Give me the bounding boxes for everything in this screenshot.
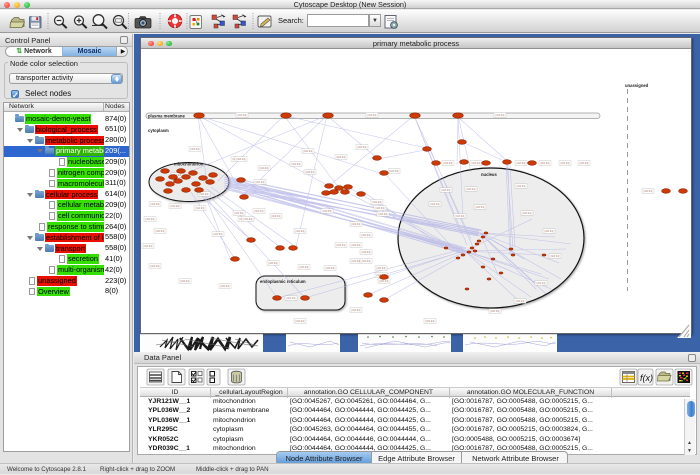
svg-text:[GO:44]: [GO:44] [352,244,361,247]
svg-text:nucleus: nucleus [481,172,497,177]
svg-text:[GO:44]: [GO:44] [541,162,550,165]
svg-text:[GO:44]: [GO:44] [561,162,570,165]
svg-text:[GO:44]: [GO:44] [523,212,532,215]
svg-text:[GO:44]: [GO:44] [352,309,361,312]
svg-text:[GO:44]: [GO:44] [300,266,309,269]
svg-text:[GO:44]: [GO:44] [537,282,546,285]
svg-text:[GO:44]: [GO:44] [235,212,244,215]
svg-text:[GO:44]: [GO:44] [362,251,371,254]
svg-text:[GO:44]: [GO:44] [517,185,526,188]
svg-text:mitochondrion: mitochondrion [174,162,204,167]
svg-text:[GO:44]: [GO:44] [362,234,371,237]
svg-text:[GO:44]: [GO:44] [144,245,153,248]
svg-text:[GO:44]: [GO:44] [256,181,265,184]
svg-text:[GO:44]: [GO:44] [491,310,500,313]
svg-text:[GO:44]: [GO:44] [442,189,451,192]
svg-text:[GO:44]: [GO:44] [200,193,209,196]
svg-text:[GO:44]: [GO:44] [358,146,367,149]
svg-text:[GO:44]: [GO:44] [292,163,301,166]
svg-text:[GO:44]: [GO:44] [260,167,269,170]
svg-text:[GO:44]: [GO:44] [323,210,332,213]
svg-text:[GO:44]: [GO:44] [496,114,505,117]
svg-text:[GO:44]: [GO:44] [191,148,200,151]
svg-text:[GO:44]: [GO:44] [444,162,453,165]
svg-text:[GO:44]: [GO:44] [467,188,476,191]
svg-text:[GO:44]: [GO:44] [373,201,382,204]
svg-text:[GO:44]: [GO:44] [337,156,346,159]
svg-text:[GO:44]: [GO:44] [337,244,346,247]
svg-text:[GO:44]: [GO:44] [214,233,223,236]
svg-text:[GO:44]: [GO:44] [352,223,361,226]
svg-text:[GO:44]: [GO:44] [151,203,160,206]
svg-text:[GO:44]: [GO:44] [237,158,246,161]
svg-text:[GO:44]: [GO:44] [368,114,377,117]
svg-text:[GO:44]: [GO:44] [287,297,296,300]
svg-text:[GO:44]: [GO:44] [296,320,305,323]
svg-text:[GO:44]: [GO:44] [431,203,440,206]
svg-text:[GO:44]: [GO:44] [376,207,385,210]
svg-text:plasma membrane: plasma membrane [148,113,185,118]
svg-text:[GO:44]: [GO:44] [238,114,247,117]
svg-text:[GO:44]: [GO:44] [181,280,190,283]
svg-text:[GO:44]: [GO:44] [306,171,315,174]
svg-text:[GO:44]: [GO:44] [580,162,589,165]
svg-text:[GO:44]: [GO:44] [476,206,485,209]
svg-text:[GO:44]: [GO:44] [379,213,388,216]
svg-text:[GO:44]: [GO:44] [352,260,361,263]
svg-text:[GO:44]: [GO:44] [296,230,305,233]
svg-text:[GO:44]: [GO:44] [269,262,278,265]
svg-text:[GO:44]: [GO:44] [362,260,371,263]
svg-text:[GO:44]: [GO:44] [255,210,264,213]
svg-text:[GO:44]: [GO:44] [377,267,386,270]
svg-text:[GO:44]: [GO:44] [426,320,435,323]
svg-text:[GO:44]: [GO:44] [545,230,554,233]
svg-text:[GO:44]: [GO:44] [644,190,653,193]
svg-text:[GO:44]: [GO:44] [272,215,281,218]
svg-text:[GO:44]: [GO:44] [551,255,560,258]
svg-text:[GO:44]: [GO:44] [380,280,389,283]
svg-text:[GO:44]: [GO:44] [146,218,155,221]
svg-text:[GO:44]: [GO:44] [472,162,481,165]
svg-text:[GO:44]: [GO:44] [156,230,165,233]
svg-text:[GO:44]: [GO:44] [151,265,160,268]
svg-text:unassigned: unassigned [625,83,649,88]
svg-text:[GO:44]: [GO:44] [221,285,230,288]
svg-text:f(x): f(x) [640,373,653,383]
svg-text:[GO:44]: [GO:44] [171,205,180,208]
svg-text:cytoplasm: cytoplasm [148,128,169,133]
svg-text:[GO:44]: [GO:44] [456,215,465,218]
svg-text:[GO:44]: [GO:44] [244,218,253,221]
svg-text:[GO:44]: [GO:44] [196,207,205,210]
svg-text:[GO:44]: [GO:44] [516,300,525,303]
svg-text:[GO:44]: [GO:44] [390,170,399,173]
svg-text:[GO:44]: [GO:44] [326,267,335,270]
svg-text:[GO:44]: [GO:44] [517,162,526,165]
svg-text:[GO:44]: [GO:44] [304,150,313,153]
